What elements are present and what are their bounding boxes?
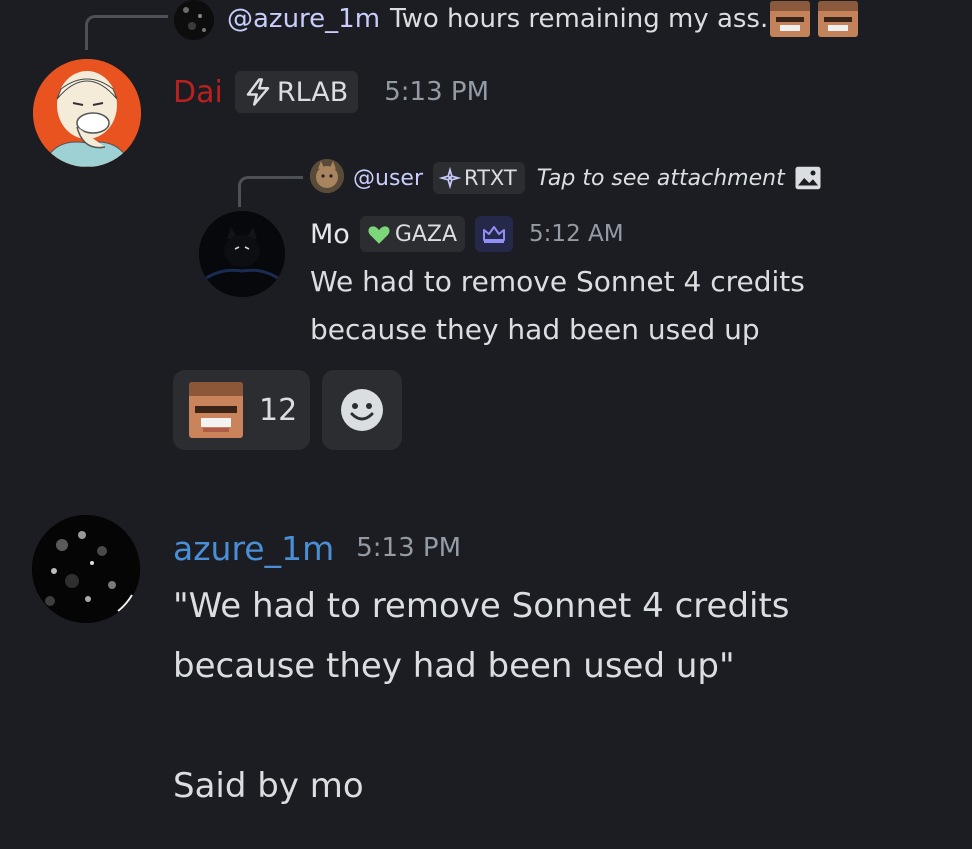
azure-header: azure_1m 5:13 PM: [173, 524, 461, 572]
mo-timestamp: 5:12 AM: [529, 221, 624, 247]
nested-reply-preview[interactable]: @user RTXT Tap to see attachment: [353, 160, 823, 196]
green-heart-icon: [368, 226, 390, 244]
laughing-face-emoji: [189, 382, 243, 438]
dai-timestamp: 5:13 PM: [384, 77, 490, 107]
mo-tag-label: GAZA: [394, 221, 458, 247]
azure-message-line: because they had been used up": [173, 646, 735, 686]
reply-connector: [238, 176, 303, 207]
azure-username[interactable]: azure_1m: [173, 529, 334, 568]
reply-text: Two hours remaining my ass.: [390, 4, 769, 34]
azure-message-body: "We had to remove Sonnet 4 credits becau…: [173, 576, 790, 816]
image-icon: [795, 166, 821, 190]
mo-message-line: We had to remove Sonnet 4 credits: [310, 265, 805, 298]
crown-icon: [483, 226, 506, 243]
lightning-bolt-icon: [246, 78, 270, 106]
azure-timestamp: 5:13 PM: [356, 533, 462, 563]
dai-username[interactable]: Dai: [173, 75, 223, 110]
dark-avatar-image: [174, 0, 214, 40]
dai-tag-label: RLAB: [276, 76, 349, 108]
mo-username[interactable]: Mo: [310, 219, 350, 250]
anime-avatar-image: [33, 59, 141, 167]
batman-avatar-image: [199, 211, 285, 297]
mo-header: Mo GAZA 5:12 AM: [310, 214, 624, 254]
reaction-count: 12: [259, 392, 298, 428]
nested-reply-text: Tap to see attachment: [536, 165, 785, 191]
laughing-face-emoji: [818, 1, 859, 37]
mo-role-tag[interactable]: GAZA: [359, 216, 466, 252]
add-reaction-button[interactable]: [322, 370, 402, 450]
mo-message-line: because they had been used up: [310, 313, 760, 346]
azure-avatar[interactable]: [32, 515, 140, 623]
user-tag-label: RTXT: [464, 166, 517, 190]
azure-message-line: Said by mo: [173, 766, 364, 806]
user-mini-avatar[interactable]: [310, 159, 344, 193]
dai-header: Dai RLAB 5:13 PM: [173, 70, 489, 114]
reply-preview[interactable]: @azure_1m Two hours remaining my ass.: [227, 0, 859, 38]
dai-avatar[interactable]: [33, 59, 141, 167]
dark-avatar-image: [32, 515, 140, 623]
reply-mention[interactable]: @azure_1m: [227, 4, 380, 34]
crown-badge[interactable]: [475, 216, 514, 252]
reply-avatar[interactable]: [174, 0, 214, 40]
mo-message-body: We had to remove Sonnet 4 credits becaus…: [310, 258, 805, 354]
user-role-tag[interactable]: RTXT: [433, 162, 525, 194]
laughing-reaction[interactable]: 12: [173, 370, 310, 450]
dai-role-tag[interactable]: RLAB: [234, 71, 359, 113]
mo-avatar[interactable]: [199, 211, 285, 297]
nested-reply-mention[interactable]: @user: [353, 166, 423, 191]
reply-connector: [85, 15, 168, 50]
sparkle-icon: [439, 167, 461, 189]
smiley-icon: [341, 389, 383, 431]
laughing-face-emoji: [770, 1, 811, 37]
azure-message-line: "We had to remove Sonnet 4 credits: [173, 586, 790, 626]
cat-avatar-image: [310, 159, 344, 193]
